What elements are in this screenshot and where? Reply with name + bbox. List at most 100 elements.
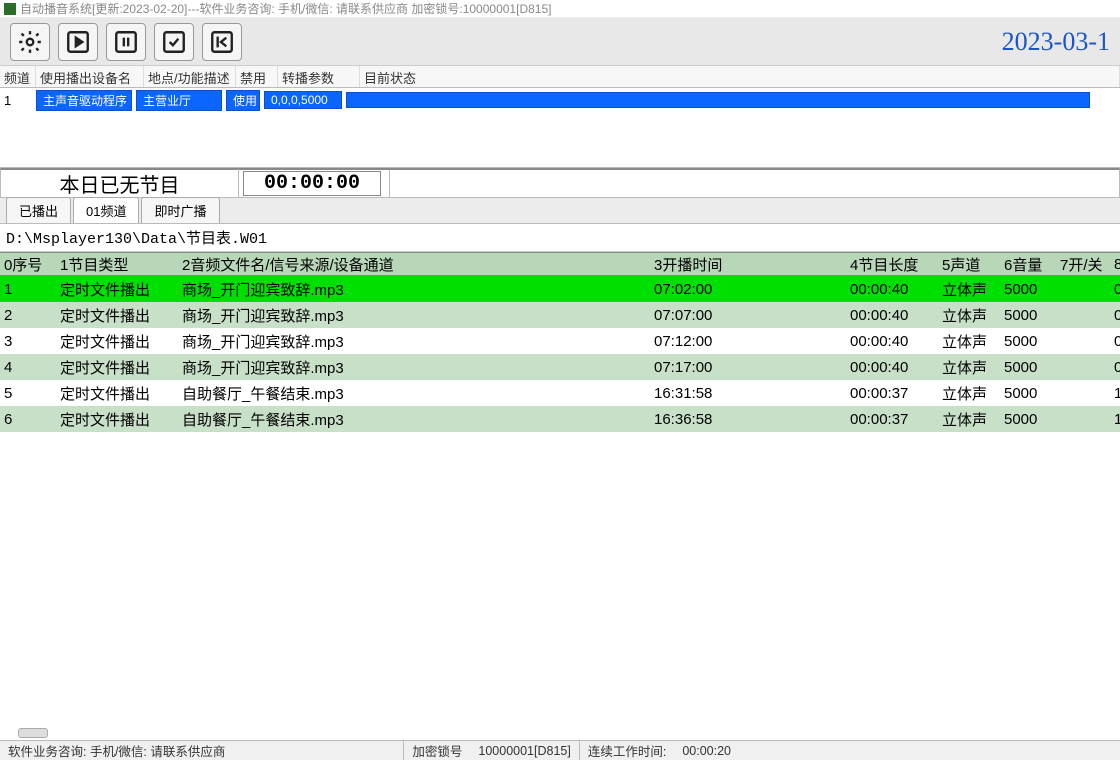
pl-head-type: 1节目类型 — [56, 253, 178, 276]
window-title: 自动播音系统[更新:2023-02-20]---软件业务咨询: 手机/微信: 请… — [20, 0, 551, 17]
cell-file: 自助餐厅_午餐结束.mp3 — [178, 382, 650, 405]
cell-start: 07:07:00 — [650, 306, 846, 325]
back-button[interactable] — [202, 23, 242, 61]
cell-seq: 4 — [0, 358, 56, 377]
check-icon — [161, 29, 187, 55]
device-param-chip: 0,0,0,5000 — [264, 91, 342, 109]
cell-type: 定时文件播出 — [56, 304, 178, 327]
playlist-row[interactable]: 1 定时文件播出 商场_开门迎宾致辞.mp3 07:02:00 00:00:40… — [0, 276, 1120, 302]
device-index: 1 — [0, 93, 36, 108]
cell-sw — [1056, 366, 1110, 368]
cell-start: 07:17:00 — [650, 358, 846, 377]
cell-extra: 07 — [1110, 358, 1120, 377]
cell-vol: 5000 — [1000, 306, 1056, 325]
dev-head-forbid: 禁用 — [236, 66, 278, 87]
cell-len: 00:00:40 — [846, 306, 938, 325]
cell-extra: 16 — [1110, 410, 1120, 429]
device-loc-chip: 主营业厅 — [136, 90, 222, 111]
footer-lock-value: 10000001[D815] — [470, 744, 578, 758]
cell-ch: 立体声 — [938, 304, 1000, 327]
cell-type: 定时文件播出 — [56, 408, 178, 431]
dev-head-param: 转播参数 — [278, 66, 360, 87]
cell-ch: 立体声 — [938, 330, 1000, 353]
status-time: 00:00:00 — [243, 171, 381, 196]
cell-file: 商场_开门迎宾致辞.mp3 — [178, 330, 650, 353]
cell-file: 自助餐厅_午餐结束.mp3 — [178, 408, 650, 431]
playlist-row[interactable]: 5 定时文件播出 自助餐厅_午餐结束.mp3 16:31:58 00:00:37… — [0, 380, 1120, 406]
status-bar: 本日已无节目 00:00:00 — [0, 168, 1120, 198]
pl-head-file: 2音频文件名/信号来源/设备通道 — [178, 253, 650, 276]
footer-contact: 软件业务咨询: 手机/微信: 请联系供应商 — [0, 741, 233, 760]
device-table-body: 1 主声音驱动程序 主营业厅 使用 0,0,0,5000 — [0, 88, 1120, 168]
gear-icon — [17, 29, 43, 55]
cell-ch: 立体声 — [938, 278, 1000, 301]
pl-head-vol: 6音量 — [1000, 253, 1056, 276]
cell-ch: 立体声 — [938, 356, 1000, 379]
pause-icon — [113, 29, 139, 55]
cell-sw — [1056, 392, 1110, 394]
cell-seq: 3 — [0, 332, 56, 351]
dev-head-channel: 频道 — [0, 66, 36, 87]
pl-head-len: 4节目长度 — [846, 253, 938, 276]
device-table-header: 频道 使用播出设备名称 地点/功能描述 禁用 转播参数 目前状态 — [0, 66, 1120, 88]
status-message: 本日已无节目 — [1, 169, 239, 198]
cell-sw — [1056, 340, 1110, 342]
playlist-body[interactable]: 1 定时文件播出 商场_开门迎宾致辞.mp3 07:02:00 00:00:40… — [0, 276, 1120, 756]
pl-head-ch: 5声道 — [938, 253, 1000, 276]
cell-sw — [1056, 314, 1110, 316]
cell-file: 商场_开门迎宾致辞.mp3 — [178, 304, 650, 327]
status-progress — [389, 170, 1119, 197]
dev-head-name: 使用播出设备名称 — [36, 66, 144, 87]
cell-vol: 5000 — [1000, 410, 1056, 429]
playlist-row[interactable]: 6 定时文件播出 自助餐厅_午餐结束.mp3 16:36:58 00:00:37… — [0, 406, 1120, 432]
cell-type: 定时文件播出 — [56, 330, 178, 353]
cell-seq: 1 — [0, 280, 56, 299]
cell-len: 00:00:37 — [846, 384, 938, 403]
status-footer: 软件业务咨询: 手机/微信: 请联系供应商 加密锁号 10000001[D815… — [0, 740, 1120, 760]
device-name-chip: 主声音驱动程序 — [36, 90, 132, 111]
footer-lock-label: 加密锁号 — [403, 741, 470, 760]
cell-file: 商场_开门迎宾致辞.mp3 — [178, 356, 650, 379]
cell-extra: 07 — [1110, 306, 1120, 325]
back-arrow-icon — [209, 29, 235, 55]
cell-file: 商场_开门迎宾致辞.mp3 — [178, 278, 650, 301]
cell-extra: 07 — [1110, 332, 1120, 351]
cell-seq: 2 — [0, 306, 56, 325]
cell-extra: 07 — [1110, 280, 1120, 299]
cell-vol: 5000 — [1000, 280, 1056, 299]
cell-vol: 5000 — [1000, 358, 1056, 377]
current-date: 2023-03-1 — [1002, 27, 1110, 57]
horizontal-scrollbar-thumb[interactable] — [18, 728, 48, 738]
cell-extra: 16 — [1110, 384, 1120, 403]
window-titlebar: 自动播音系统[更新:2023-02-20]---软件业务咨询: 手机/微信: 请… — [0, 0, 1120, 18]
cell-start: 07:02:00 — [650, 280, 846, 299]
device-row[interactable]: 1 主声音驱动程序 主营业厅 使用 0,0,0,5000 — [0, 90, 1094, 110]
playlist-row[interactable]: 4 定时文件播出 商场_开门迎宾致辞.mp3 07:17:00 00:00:40… — [0, 354, 1120, 380]
tab-played[interactable]: 已播出 — [6, 197, 71, 223]
pl-head-seq: 0序号 — [0, 253, 56, 276]
play-icon — [65, 29, 91, 55]
play-button[interactable] — [58, 23, 98, 61]
cell-type: 定时文件播出 — [56, 278, 178, 301]
cell-len: 00:00:40 — [846, 358, 938, 377]
footer-uptime-label: 连续工作时间: — [579, 741, 674, 760]
settings-button[interactable] — [10, 23, 50, 61]
dev-head-loc: 地点/功能描述 — [144, 66, 236, 87]
device-status-chip — [346, 92, 1090, 108]
tab-channel01[interactable]: 01频道 — [73, 197, 139, 223]
pl-head-start: 3开播时间 — [650, 253, 846, 276]
device-forbid-chip: 使用 — [226, 90, 260, 111]
cell-type: 定时文件播出 — [56, 382, 178, 405]
footer-uptime-value: 00:00:20 — [674, 744, 739, 758]
pause-button[interactable] — [106, 23, 146, 61]
cell-start: 16:31:58 — [650, 384, 846, 403]
cell-ch: 立体声 — [938, 382, 1000, 405]
playlist-row[interactable]: 2 定时文件播出 商场_开门迎宾致辞.mp3 07:07:00 00:00:40… — [0, 302, 1120, 328]
tab-instant[interactable]: 即时广播 — [141, 197, 219, 223]
cell-len: 00:00:37 — [846, 410, 938, 429]
pl-head-extra: 8 — [1110, 255, 1120, 274]
cell-sw — [1056, 288, 1110, 290]
dev-head-status: 目前状态 — [360, 66, 1120, 87]
check-button[interactable] — [154, 23, 194, 61]
playlist-row[interactable]: 3 定时文件播出 商场_开门迎宾致辞.mp3 07:12:00 00:00:40… — [0, 328, 1120, 354]
